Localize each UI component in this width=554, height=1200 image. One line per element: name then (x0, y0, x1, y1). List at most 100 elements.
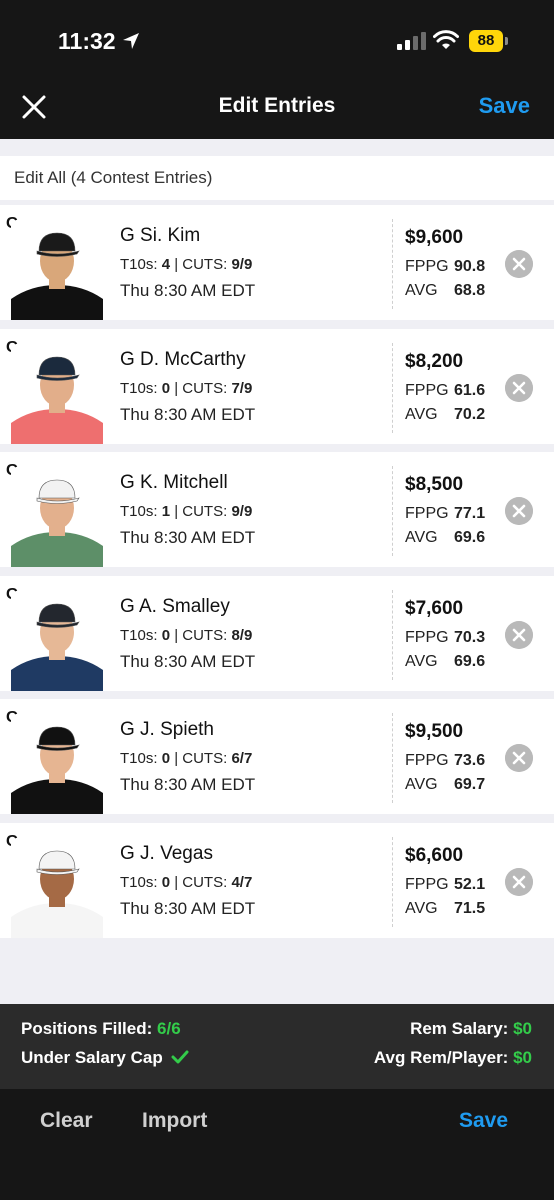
avg-rem-value: $0 (513, 1048, 532, 1067)
player-row[interactable]: GG A. SmalleyT10s: 0 | CUTS: 8/9Thu 8:30… (0, 575, 554, 691)
divider (392, 219, 393, 309)
tee-time: Thu 8:30 AM EDT (120, 775, 256, 794)
player-row[interactable]: GG K. MitchellT10s: 1 | CUTS: 9/9Thu 8:3… (0, 452, 554, 567)
t10s-value: 0 (161, 750, 171, 767)
player-name: G D. McCarthy (120, 348, 246, 370)
player-headshot (11, 468, 103, 567)
cuts-value: 8/9 (231, 626, 253, 644)
fppg-stat: FPPG 90.8 (405, 258, 486, 275)
player-stats: T10s: 0 | CUTS: 4/7 (120, 873, 253, 891)
avg-stat: AVG 70.2 (405, 405, 486, 423)
remove-player-icon[interactable] (505, 373, 533, 402)
player-row[interactable]: GG J. SpiethT10s: 0 | CUTS: 6/7Thu 8:30 … (0, 699, 554, 814)
status-time: 11:32 (58, 28, 116, 54)
fppg-stat: FPPG 52.1 (405, 875, 486, 893)
battery-level: 88 (469, 30, 503, 52)
remove-player-icon[interactable] (505, 744, 533, 772)
remove-player-icon[interactable] (505, 620, 533, 649)
fppg-value: 90.8 (454, 258, 486, 275)
avg-stat: AVG 68.8 (405, 282, 486, 299)
bottom-toolbar: Clear Import Save (0, 1089, 554, 1200)
nav-bar: Edit Entries Save (0, 74, 554, 138)
player-row[interactable]: GG D. McCarthyT10s: 0 | CUTS: 7/9Thu 8:3… (0, 328, 554, 444)
salary: $9,500 (405, 721, 464, 742)
fppg-value: 73.6 (454, 752, 486, 769)
tee-time: Thu 8:30 AM EDT (120, 651, 256, 671)
cuts-value: 9/9 (231, 256, 253, 273)
player-stats: T10s: 0 | CUTS: 7/9 (120, 379, 253, 397)
player-stats: T10s: 0 | CUTS: 6/7 (120, 750, 253, 767)
player-row[interactable]: GG Si. KimT10s: 4 | CUTS: 9/9Thu 8:30 AM… (0, 205, 554, 320)
divider (392, 589, 393, 680)
footer-save-button[interactable]: Save (459, 1109, 508, 1133)
positions-filled-value: 6/6 (157, 1019, 181, 1038)
player-stats: T10s: 4 | CUTS: 9/9 (120, 256, 253, 273)
divider (392, 342, 393, 433)
avg-stat: AVG 69.6 (405, 652, 486, 670)
fppg-stat: FPPG 70.3 (405, 628, 486, 646)
salary: $7,600 (405, 597, 464, 619)
fppg-stat: FPPG 73.6 (405, 752, 486, 769)
salary-cap-status: Under Salary Cap (21, 1048, 189, 1068)
close-icon[interactable] (20, 93, 48, 121)
avg-value: 69.7 (454, 776, 486, 793)
divider (392, 836, 393, 927)
player-row[interactable]: GG J. VegasT10s: 0 | CUTS: 4/7Thu 8:30 A… (0, 822, 554, 938)
player-headshot (11, 221, 103, 320)
t10s-value: 0 (161, 873, 171, 891)
player-stats: T10s: 1 | CUTS: 9/9 (120, 503, 253, 520)
import-button[interactable]: Import (142, 1109, 207, 1133)
salary: $8,200 (405, 350, 464, 372)
rem-salary: Rem Salary: $0 (410, 1019, 532, 1038)
player-name: G Si. Kim (120, 225, 201, 246)
wifi-icon (433, 30, 459, 49)
status-bar: 11:32 88 (0, 0, 554, 70)
player-headshot (11, 715, 103, 814)
location-arrow-icon (123, 33, 139, 49)
avg-value: 68.8 (454, 282, 486, 299)
fppg-value: 61.6 (454, 381, 486, 399)
rem-salary-value: $0 (513, 1019, 532, 1038)
avg-value: 70.2 (454, 405, 486, 423)
tee-time: Thu 8:30 AM EDT (120, 404, 256, 424)
divider (392, 713, 393, 803)
remove-player-icon[interactable] (505, 250, 533, 278)
fppg-value: 70.3 (454, 628, 486, 646)
fppg-stat: FPPG 61.6 (405, 381, 486, 399)
player-name: G A. Smalley (120, 595, 230, 617)
player-headshot (11, 838, 103, 938)
t10s-value: 1 (161, 503, 171, 520)
fppg-stat: FPPG 77.1 (405, 505, 486, 522)
player-name: G J. Vegas (120, 842, 213, 864)
header-save-button[interactable]: Save (479, 93, 530, 119)
player-name: G J. Spieth (120, 719, 214, 740)
player-stats: T10s: 0 | CUTS: 8/9 (120, 626, 253, 644)
tee-time: Thu 8:30 AM EDT (120, 528, 256, 547)
tee-time: Thu 8:30 AM EDT (120, 281, 256, 300)
cuts-value: 4/7 (231, 873, 253, 891)
t10s-value: 4 (161, 256, 171, 273)
salary: $6,600 (405, 844, 464, 866)
clear-button[interactable]: Clear (40, 1109, 93, 1133)
remove-player-icon[interactable] (505, 497, 533, 525)
cellular-signal-icon (397, 32, 426, 50)
player-list: GG Si. KimT10s: 4 | CUTS: 9/9Thu 8:30 AM… (0, 205, 554, 946)
cuts-value: 7/9 (231, 379, 253, 397)
t10s-value: 0 (161, 379, 171, 397)
salary: $9,600 (405, 227, 464, 248)
salary: $8,500 (405, 474, 464, 495)
page-title: Edit Entries (218, 94, 336, 117)
edit-all-button[interactable]: Edit All (4 Contest Entries) (0, 156, 554, 200)
fppg-value: 77.1 (454, 505, 486, 522)
cuts-value: 9/9 (231, 503, 253, 520)
top-bar: 11:32 88 Edit Entries Save (0, 0, 554, 139)
summary-bar: Positions Filled: 6/6 Under Salary Cap R… (0, 1004, 554, 1089)
player-headshot (11, 591, 103, 691)
cuts-value: 6/7 (231, 750, 253, 767)
avg-stat: AVG 69.6 (405, 529, 486, 546)
avg-rem-player: Avg Rem/Player: $0 (373, 1048, 532, 1067)
remove-player-icon[interactable] (505, 867, 533, 896)
positions-filled: Positions Filled: 6/6 (21, 1019, 181, 1038)
fppg-value: 52.1 (454, 875, 486, 893)
t10s-value: 0 (161, 626, 171, 644)
